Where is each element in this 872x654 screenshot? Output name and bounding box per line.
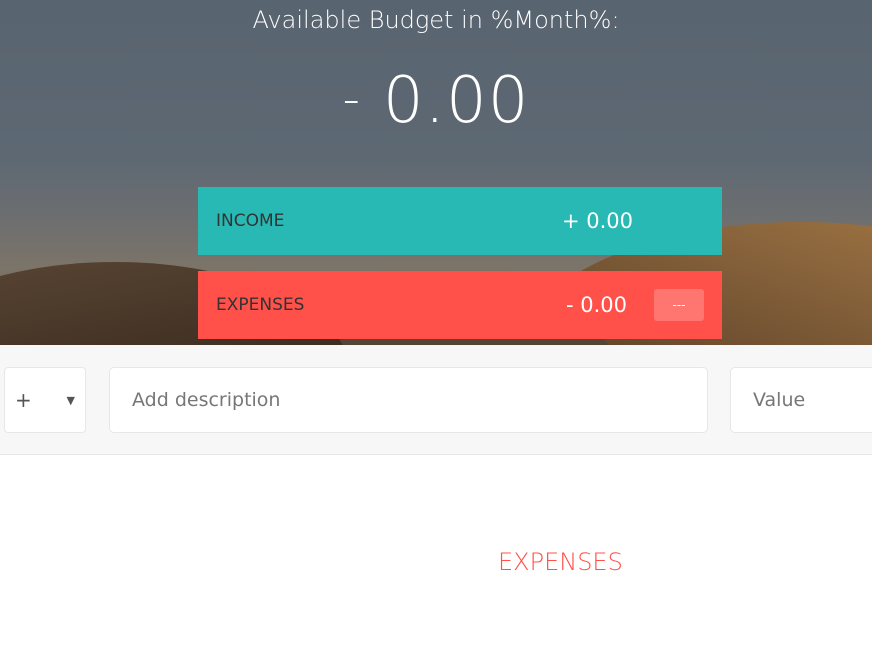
budget-header: Available Budget in %Month%: -0.00 INCOM… <box>0 0 872 345</box>
add-item-bar: + ▼ <box>0 345 872 455</box>
expenses-list-title: EXPENSES <box>498 548 623 576</box>
budget-value: 0.00 <box>382 64 530 138</box>
value-input[interactable] <box>730 367 872 433</box>
expenses-percentage-badge: --- <box>654 289 704 321</box>
chevron-down-icon: ▼ <box>66 393 75 407</box>
budget-title: Available Budget in %Month%: <box>252 6 620 34</box>
expenses-panel: EXPENSES - 0.00 --- <box>198 271 722 339</box>
income-value: + 0.00 <box>562 209 634 233</box>
type-select[interactable]: + ▼ <box>4 367 86 433</box>
type-selected-value: + <box>15 388 32 412</box>
description-input[interactable] <box>109 367 708 433</box>
budget-sign: - <box>342 70 361 127</box>
income-panel: INCOME + 0.00 <box>198 187 722 255</box>
budget-amount: -0.00 <box>0 64 872 138</box>
